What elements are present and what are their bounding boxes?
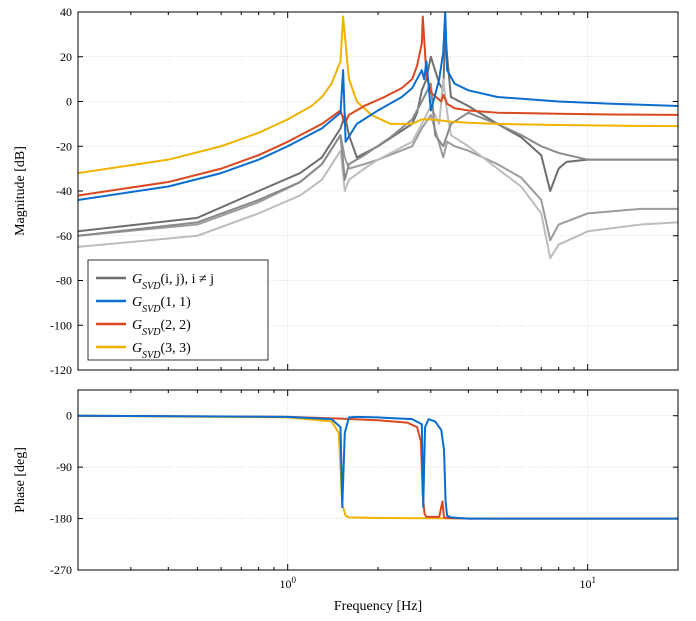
y-tick-label: -90 <box>56 460 72 474</box>
y-tick-label: -270 <box>50 563 72 577</box>
y-tick-label: -20 <box>56 139 72 153</box>
y-tick-label: 0 <box>66 409 72 423</box>
y-tick-label: -100 <box>50 318 72 332</box>
bode-plot-figure: -120-100-80-60-40-2002040Magnitude [dB]G… <box>0 0 696 621</box>
y-tick-label: -40 <box>56 184 72 198</box>
phase-ylabel: Phase [deg] <box>13 447 28 513</box>
y-tick-label: -60 <box>56 229 72 243</box>
y-tick-label: 0 <box>66 95 72 109</box>
y-tick-label: -80 <box>56 274 72 288</box>
y-tick-label: 40 <box>60 5 72 19</box>
y-tick-label: -120 <box>50 363 72 377</box>
y-tick-label: -180 <box>50 512 72 526</box>
x-tick-label: 100 <box>279 575 296 591</box>
frequency-xlabel: Frequency [Hz] <box>334 599 422 614</box>
y-tick-label: 20 <box>60 50 72 64</box>
x-tick-label: 101 <box>579 575 596 591</box>
magnitude-ylabel: Magnitude [dB] <box>13 146 28 236</box>
